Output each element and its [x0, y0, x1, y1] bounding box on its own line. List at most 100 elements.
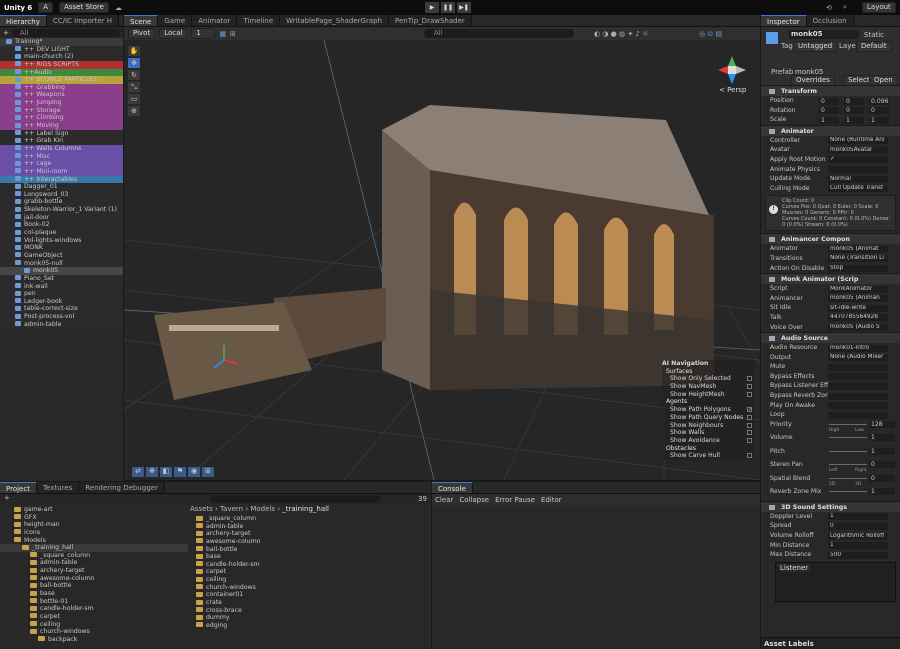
project-file[interactable]: cross-brace [196, 607, 426, 615]
nav-tool-icon-2[interactable]: ✥ [146, 467, 158, 477]
hierarchy-item[interactable]: ++ Mini-room [0, 167, 123, 176]
hierarchy-item[interactable]: ++ SCONCE PARTICLES [0, 76, 123, 84]
hierarchy-item[interactable]: jail-door [0, 213, 123, 222]
tab-hierarchy[interactable]: Hierarchy [0, 15, 47, 26]
project-folder[interactable]: ball-bottle [0, 582, 188, 590]
checkbox[interactable] [747, 422, 752, 428]
project-search-input[interactable] [210, 495, 380, 503]
project-file[interactable]: dummy [196, 614, 426, 622]
hand-tool-icon[interactable]: ✋ [128, 46, 140, 56]
error-pause-button[interactable]: Error Pause [495, 496, 535, 504]
property-value[interactable]: None (Audio Mixer [828, 354, 888, 362]
hierarchy-item[interactable]: ++ Label Sign [0, 129, 123, 138]
checkbox[interactable] [747, 453, 752, 459]
property-value[interactable]: MonkAnimator [828, 285, 888, 293]
hierarchy-item[interactable]: ++ Grab Kin [0, 137, 123, 145]
hierarchy-item[interactable]: Skeleton-Warrior_1 Variant (1) [0, 206, 123, 214]
local-dropdown[interactable]: Local [159, 28, 188, 39]
transform-row[interactable]: Scale 1 1 1 [761, 115, 900, 125]
hierarchy-item[interactable]: Post-process-vol [0, 313, 123, 321]
property-value[interactable]: monk05Avatar [828, 146, 888, 154]
property-row[interactable]: Play On Awake [761, 401, 900, 411]
checkbox[interactable] [747, 376, 752, 382]
project-folder[interactable]: _training_hall [0, 544, 188, 552]
nav-tool-icon-4[interactable]: ⚑ [174, 467, 186, 477]
project-folder[interactable]: height-man [0, 521, 188, 529]
hierarchy-item[interactable]: Book-02 [0, 221, 123, 230]
hierarchy-item[interactable]: Ledger-book [0, 297, 123, 306]
account-button[interactable]: A [38, 2, 54, 13]
tab-rendering-debugger[interactable]: Rendering Debugger [79, 482, 165, 493]
overlay-option[interactable]: Show Avoidance [662, 437, 754, 445]
component-header[interactable]: Animancer Compon [761, 233, 900, 245]
layer-dropdown[interactable]: Default [856, 41, 892, 52]
slider-value[interactable]: 128 [869, 420, 895, 428]
hierarchy-item[interactable]: main-church (2) [0, 53, 123, 61]
transform-row[interactable]: Position 0 0 0.096 [761, 96, 900, 106]
slider-value[interactable]: 0 [869, 461, 895, 469]
project-file[interactable]: carpet [196, 568, 426, 576]
transform-z-field[interactable]: 0 [869, 107, 889, 115]
project-file[interactable]: base [196, 553, 426, 561]
hierarchy-item[interactable]: Dagger_01 [0, 183, 123, 191]
breadcrumb-tavern[interactable]: Tavern [220, 505, 243, 513]
tab-occlusion[interactable]: Occlusion [806, 15, 854, 26]
hierarchy-item[interactable]: grabb-bottle [0, 198, 123, 207]
scene-search-input[interactable]: All [424, 29, 574, 38]
hierarchy-item[interactable]: monk05-null [0, 259, 123, 268]
layout-dropdown[interactable]: Layout [862, 2, 896, 13]
project-file[interactable]: archery-target [196, 530, 426, 538]
move-tool-icon[interactable]: ✥ [128, 58, 140, 68]
project-folder[interactable]: base [0, 590, 188, 598]
project-folder[interactable]: backpack [0, 636, 188, 644]
tag-dropdown[interactable]: Untagged [793, 41, 838, 52]
transform-y-field[interactable]: 1 [844, 116, 864, 124]
property-row[interactable]: Action On Disable Stop [761, 264, 900, 274]
property-value[interactable]: sit-idle-write [828, 304, 888, 312]
snap-value-field[interactable]: 1 [191, 28, 216, 39]
overlay-option[interactable]: Show Walls [662, 429, 754, 437]
property-value[interactable] [828, 411, 888, 419]
property-row[interactable]: Animate Physics [761, 165, 900, 175]
property-row[interactable]: Min Distance 1 [761, 541, 900, 551]
grid-icon[interactable]: ▦ [219, 30, 226, 38]
project-file[interactable]: _square_column [196, 515, 426, 523]
overlay-option[interactable]: Show Path Query Nodes [662, 414, 754, 422]
property-value[interactable]: monk05 (Animan [828, 295, 888, 303]
hierarchy-search-input[interactable]: All [11, 28, 120, 37]
property-row[interactable]: Script MonkAnimator [761, 284, 900, 294]
tab-cc-importer[interactable]: CC/IC Importer H [46, 15, 120, 26]
property-row[interactable]: Apply Root Motion ✓ [761, 155, 900, 165]
property-row[interactable]: Bypass Reverb Zone [761, 391, 900, 401]
hierarchy-item[interactable]: ++ cage [0, 160, 123, 168]
overlay-option[interactable]: Show Neighbours [662, 422, 754, 430]
hierarchy-item[interactable]: MONK [0, 244, 123, 252]
hierarchy-item[interactable]: Training* [0, 38, 123, 46]
clear-button[interactable]: Clear [435, 496, 453, 504]
transform-z-field[interactable]: 1 [869, 116, 889, 124]
breadcrumb-models[interactable]: Models [250, 505, 275, 513]
property-value[interactable]: 0 [828, 522, 888, 530]
shading-mode-icon[interactable]: ◐ ◑ ● ◍ ✦ ♪ ☼ [594, 30, 648, 38]
project-folder[interactable]: _square_column [0, 552, 188, 560]
property-row[interactable]: Avatar monk05Avatar [761, 145, 900, 155]
hierarchy-item[interactable]: Vol-lights-windows [0, 236, 123, 245]
property-row[interactable]: Max Distance 500 [761, 550, 900, 560]
property-value[interactable]: ✓ [828, 156, 888, 164]
slider-value[interactable]: 1 [869, 434, 895, 442]
property-value[interactable] [828, 373, 888, 381]
project-file[interactable]: awesome-column [196, 538, 426, 546]
project-folder[interactable]: ceiling [0, 621, 188, 629]
project-file[interactable]: church-windows [196, 584, 426, 592]
transform-y-field[interactable]: 0 [844, 97, 864, 105]
persp-label[interactable]: < Persp [719, 86, 746, 94]
property-row[interactable]: Mute [761, 362, 900, 372]
hierarchy-item[interactable]: ++ Misc [0, 152, 123, 161]
scale-tool-icon[interactable]: ⤡ [128, 82, 140, 92]
property-value[interactable]: monk01-intro [828, 344, 888, 352]
project-file[interactable]: crate [196, 599, 426, 607]
slider-row[interactable]: Volume 1 [761, 433, 900, 447]
overlay-option[interactable]: Show NavMesh [662, 383, 754, 391]
hierarchy-item[interactable]: ++ Moving [0, 122, 123, 130]
tab-project[interactable]: Project [0, 482, 37, 493]
